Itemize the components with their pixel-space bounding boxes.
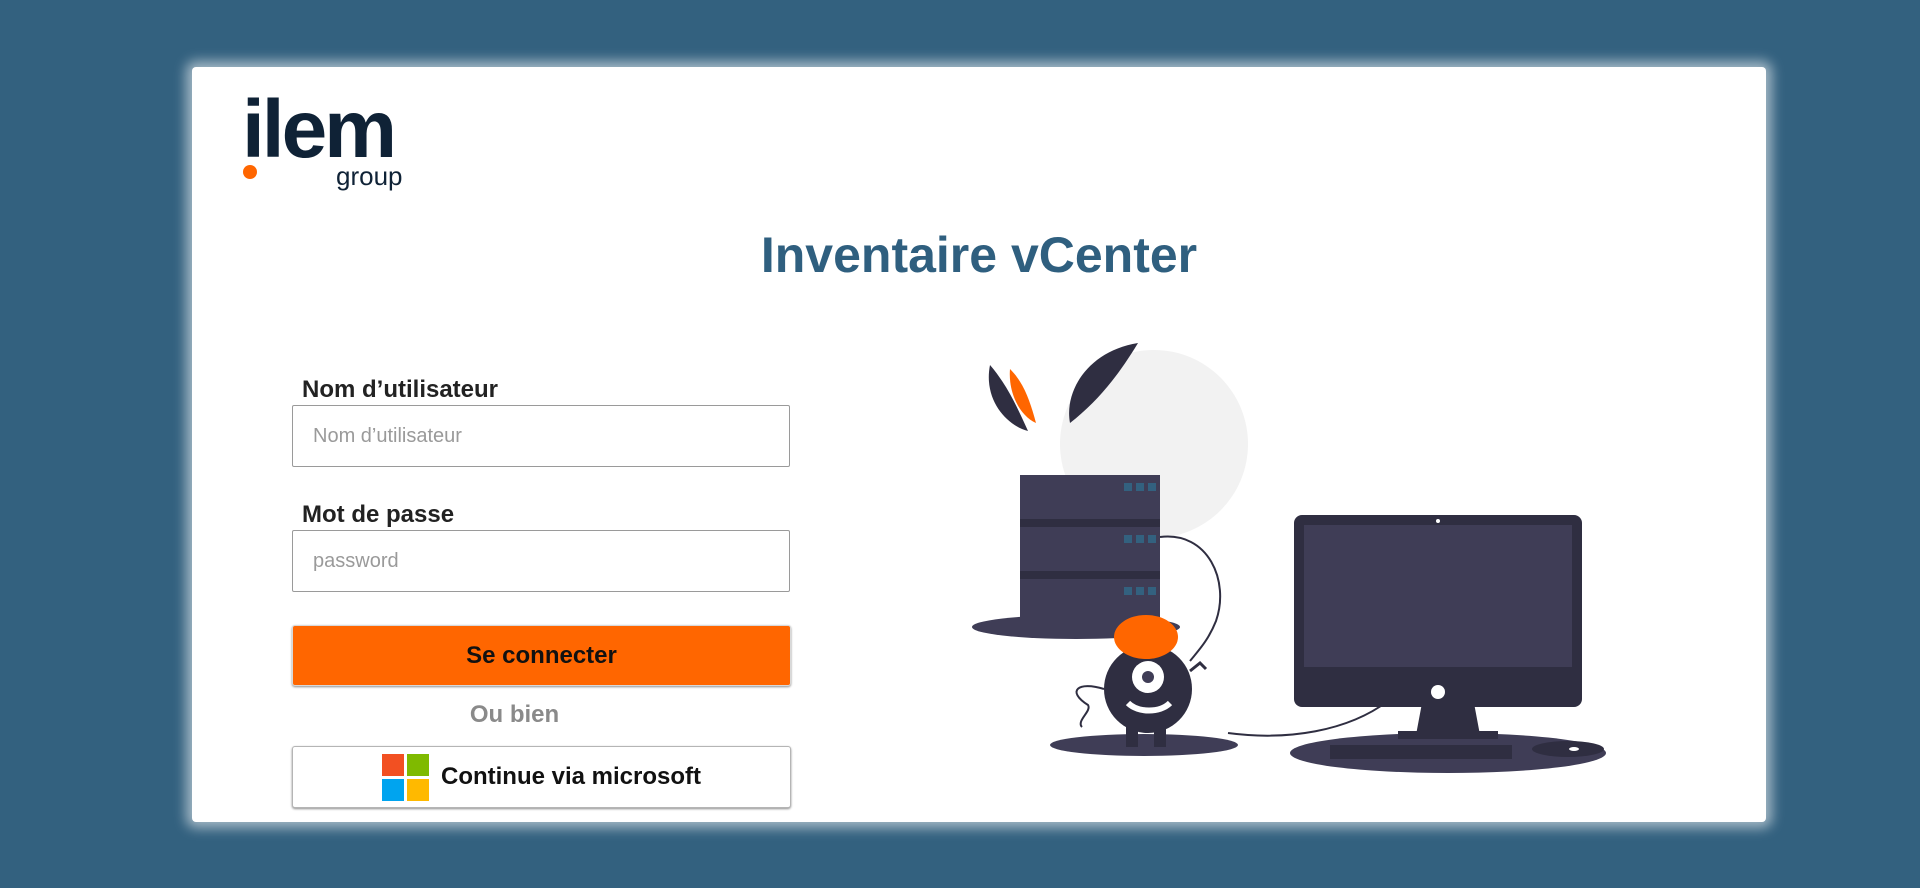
logo-dot: [243, 165, 257, 179]
or-separator: Ou bien: [469, 701, 560, 728]
microsoft-button-label: Continue via microsoft: [440, 763, 702, 790]
login-card: ilem group Inventaire vCenter Nom d’util…: [192, 67, 1766, 822]
username-input[interactable]: [292, 405, 790, 467]
ilem-group-logo: ilem group: [242, 85, 412, 195]
microsoft-login-button[interactable]: Continue via microsoft: [292, 746, 791, 808]
server-monitor-illustration: [972, 343, 1606, 773]
page-title: Inventaire vCenter: [760, 227, 1198, 283]
password-label: Mot de passe: [302, 501, 455, 528]
microsoft-logo-icon: [381, 753, 429, 801]
logo-subtitle: group: [336, 161, 403, 191]
password-input[interactable]: [292, 530, 790, 592]
login-button[interactable]: Se connecter: [292, 625, 791, 686]
username-label: Nom d’utilisateur: [302, 376, 499, 403]
